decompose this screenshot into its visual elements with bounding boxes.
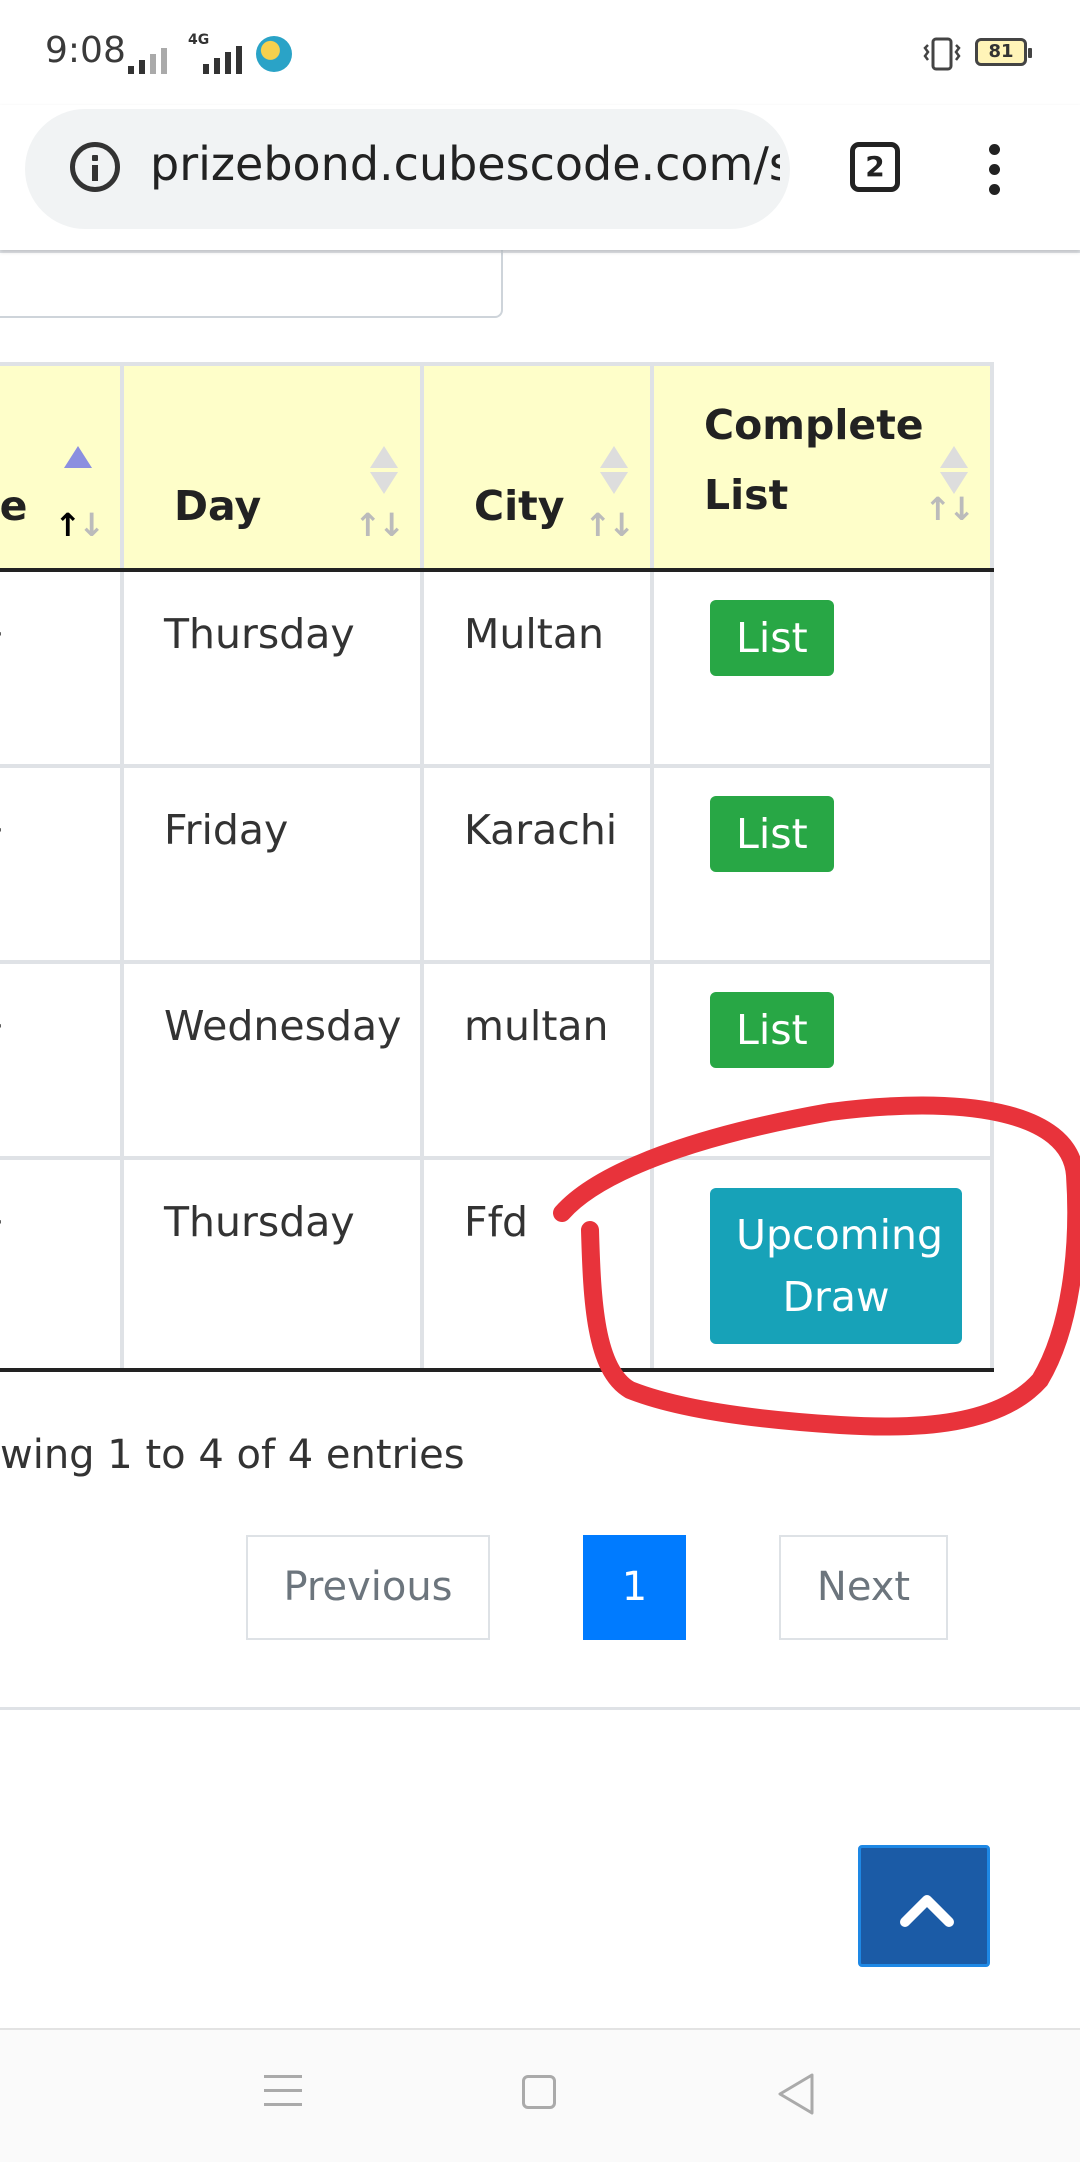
recent-apps-icon[interactable] <box>264 2075 302 2107</box>
weather-app-icon <box>256 36 292 72</box>
sort-icon: ↑↓ <box>54 506 105 544</box>
vibrate-icon <box>923 37 961 71</box>
table-row: )-5 Wednesday multan List <box>0 960 994 1160</box>
signal-icon <box>128 48 167 74</box>
date-fragment: )- <box>0 607 3 655</box>
cell-date: )-0 <box>0 764 124 964</box>
sort-icon: ↑↓ <box>584 506 635 544</box>
pagination-page-1[interactable]: 1 <box>583 1535 686 1640</box>
sort-up-icon <box>370 446 398 468</box>
cell-city: Ffd <box>420 1156 654 1372</box>
header-day-label: Day <box>174 482 262 530</box>
cell-city: Multan <box>420 568 654 768</box>
sort-icon: ↑↓ <box>354 506 405 544</box>
table-header-row: te ↑↓ Day ↑↓ City ↑↓ Complete List ↑↓ <box>0 362 994 572</box>
tab-switcher-button[interactable]: 2 <box>850 142 900 192</box>
site-info-icon[interactable] <box>70 142 120 192</box>
system-nav-bar <box>0 2028 1080 2162</box>
pagination-previous[interactable]: Previous <box>246 1535 490 1640</box>
list-button[interactable]: List <box>710 600 834 676</box>
header-complete-list[interactable]: Complete List ↑↓ <box>650 362 994 572</box>
chevron-up-icon <box>900 1895 954 1927</box>
cell-day: Thursday <box>120 1156 424 1372</box>
sort-icon: ↑↓ <box>924 490 975 528</box>
browser-toolbar: prizebond.cubescode.com/se 2 <box>0 105 1080 250</box>
cell-city: Karachi <box>420 764 654 964</box>
sort-asc-active-icon <box>64 446 92 468</box>
browser-menu-icon[interactable] <box>975 140 1015 200</box>
list-button[interactable]: List <box>710 796 834 872</box>
date-fragment: )- <box>0 1195 3 1243</box>
scroll-to-top-button[interactable] <box>858 1845 990 1967</box>
header-complete-list-label: Complete List <box>704 401 924 519</box>
header-day[interactable]: Day ↑↓ <box>120 362 424 572</box>
sort-up-icon <box>940 446 968 468</box>
battery-icon: 81 <box>975 38 1032 66</box>
address-bar[interactable]: prizebond.cubescode.com/se <box>25 109 790 229</box>
table-row: )-3 Thursday Ffd Upcoming Draw <box>0 1156 994 1372</box>
date-fragment: )- <box>0 999 3 1047</box>
search-input[interactable] <box>0 240 503 318</box>
home-icon[interactable] <box>522 2075 556 2109</box>
network-type: 4G <box>188 32 210 48</box>
signal-4g-icon <box>203 46 242 74</box>
cell-day: Wednesday <box>120 960 424 1160</box>
sort-down-icon <box>600 472 628 494</box>
sort-down-icon <box>370 472 398 494</box>
cell-action: Upcoming Draw <box>650 1156 994 1372</box>
header-date[interactable]: te ↑↓ <box>0 362 124 572</box>
cell-date: )-5 <box>0 960 124 1160</box>
cell-action: List <box>650 960 994 1160</box>
status-time: 9:08 <box>45 30 126 71</box>
entries-info: wing 1 to 4 of 4 entries <box>0 1432 465 1478</box>
upcoming-draw-button[interactable]: Upcoming Draw <box>710 1188 962 1344</box>
back-icon[interactable] <box>776 2072 816 2116</box>
pagination-next[interactable]: Next <box>779 1535 948 1640</box>
table-row: )-0 Friday Karachi List <box>0 764 994 964</box>
cell-city: multan <box>420 960 654 1160</box>
header-city[interactable]: City ↑↓ <box>420 362 654 572</box>
cell-date: )-3 <box>0 1156 124 1372</box>
date-fragment: )- <box>0 803 3 851</box>
header-city-label: City <box>474 482 565 530</box>
status-bar: 9:08 4G 81 <box>0 0 1080 105</box>
list-button[interactable]: List <box>710 992 834 1068</box>
draws-table: te ↑↓ Day ↑↓ City ↑↓ Complete List ↑↓ <box>0 362 994 1372</box>
signal-icons <box>128 34 242 74</box>
cell-action: List <box>650 568 994 768</box>
table-row: )-9 Thursday Multan List <box>0 568 994 768</box>
url-text[interactable]: prizebond.cubescode.com/se <box>150 137 780 191</box>
cell-action: List <box>650 764 994 964</box>
cell-day: Friday <box>120 764 424 964</box>
cell-day: Thursday <box>120 568 424 768</box>
sort-up-icon <box>600 446 628 468</box>
cell-date: )-9 <box>0 568 124 768</box>
header-date-label: te <box>0 482 28 530</box>
